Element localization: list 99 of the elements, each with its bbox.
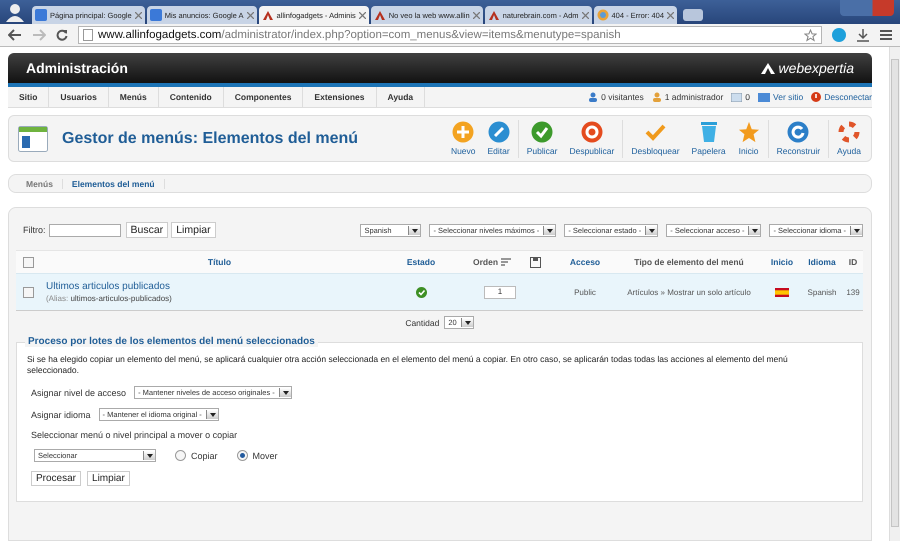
close-icon[interactable] — [134, 12, 142, 18]
status-text: 0 visitantes — [601, 92, 644, 102]
menu-item[interactable]: Ayuda — [376, 87, 426, 107]
menu-icon[interactable] — [880, 29, 892, 41]
lifebuoy-icon — [838, 121, 860, 143]
plus-icon — [452, 121, 474, 143]
select-all-checkbox[interactable] — [23, 256, 34, 268]
status-text: 1 administrador — [664, 92, 724, 102]
logo-icon — [760, 61, 776, 75]
table-cell-text: Public — [573, 288, 597, 296]
user-icon — [652, 92, 662, 102]
toolbar-button[interactable]: Reconstruir — [772, 121, 824, 156]
limit-label: Cantidad — [405, 318, 440, 328]
save-order-icon[interactable] — [530, 256, 541, 268]
batch-button[interactable]: Limpiar — [87, 471, 130, 486]
menu-item[interactable]: Usuarios — [49, 87, 109, 107]
radio-button[interactable] — [175, 450, 186, 461]
address-field[interactable]: www.allinfogadgets.com/administrator/index.php?option=com_menus&view=items&menutype=spanish — [78, 26, 822, 44]
menu-manager-icon — [18, 126, 48, 152]
user-icon — [588, 92, 598, 102]
download-icon[interactable] — [856, 28, 870, 42]
menu-item[interactable]: Sitio — [8, 87, 50, 107]
status-text: 0 — [745, 92, 750, 102]
toolbar-button[interactable]: Inicio — [734, 121, 764, 156]
back-icon[interactable] — [8, 29, 22, 41]
column-header[interactable]: Orden — [473, 257, 498, 267]
forward-icon[interactable] — [32, 29, 46, 41]
item-link[interactable]: Ultimos articulos publicados — [46, 281, 397, 292]
status-link[interactable]: Desconectar — [824, 92, 872, 102]
batch-description: Si se ha elegido copiar un elemento del menú, se aplicará cualquier otra acción seleccionada en el elemento del menú a copiar. En otro caso, se aplicarán todas todas las acciones al elemento del menú seleccionado. — [27, 354, 789, 376]
status-link[interactable]: Ver sitio — [773, 92, 804, 102]
refresh-icon — [787, 121, 810, 143]
batch-legend: Proceso por lotes de los elementos del menú seleccionados — [25, 336, 318, 347]
column-header[interactable]: Inicio — [770, 257, 794, 267]
column-header[interactable]: ID — [848, 257, 858, 267]
scrollbar[interactable] — [889, 47, 900, 541]
table-cell-text: 139 — [845, 288, 861, 296]
new-tab-button[interactable] — [683, 9, 704, 21]
submenu-tab[interactable]: Menús — [17, 178, 63, 188]
field-label: Asignar idioma — [31, 410, 91, 420]
table-cell-text: Artículos » Mostrar un solo artículo — [626, 288, 752, 296]
table-cell-text: Spanish — [806, 288, 838, 296]
radio-label[interactable]: Copiar — [191, 450, 218, 460]
toolbar-button[interactable]: Nuevo — [446, 121, 480, 156]
batch-button[interactable]: Procesar — [31, 471, 82, 486]
check-icon — [531, 121, 554, 143]
sort-icon[interactable] — [501, 258, 512, 266]
menu-item[interactable]: Extensiones — [303, 87, 376, 107]
row-checkbox[interactable] — [23, 286, 34, 298]
monitor-icon — [758, 92, 770, 102]
submenu-tab[interactable]: Elementos del menú — [62, 178, 165, 188]
reload-icon[interactable] — [56, 29, 68, 41]
profile-icon[interactable] — [4, 2, 26, 22]
toolbar-button[interactable]: Desbloquear — [627, 121, 684, 156]
logo-icon — [374, 9, 386, 21]
close-icon[interactable] — [358, 12, 366, 18]
filter-button[interactable]: Buscar — [126, 222, 168, 238]
trash-icon — [700, 121, 718, 143]
toolbar-button[interactable]: Publicar — [522, 121, 562, 156]
column-header[interactable]: Idioma — [808, 257, 836, 267]
pencil-icon — [488, 121, 510, 143]
radio-button[interactable] — [236, 450, 248, 461]
star-icon — [738, 121, 760, 143]
order-field[interactable]: 1 — [484, 286, 516, 298]
published-icon[interactable] — [416, 286, 426, 298]
logo-icon — [262, 9, 274, 21]
page-title: Gestor de menús: Elementos del menú — [62, 130, 358, 148]
close-icon[interactable] — [582, 12, 588, 18]
page-icon — [83, 29, 93, 41]
filter-label: Filtro: — [23, 225, 46, 235]
filter-field[interactable] — [48, 224, 120, 236]
toolbar-button[interactable]: Despublicar — [565, 121, 618, 156]
field-label: Asignar nivel de acceso — [31, 388, 126, 398]
menu-item[interactable]: Componentes — [224, 87, 304, 107]
menu-item[interactable]: Menús — [108, 87, 159, 107]
url-text: www.allinfogadgets.com/administrator/index.php?option=com_menus&view=items&menutype=spanish — [98, 29, 621, 41]
alias-text: (Alias: ultimos-articulos-publicados) — [46, 294, 173, 303]
field-label: Seleccionar menú o nivel principal a mover o copiar — [31, 430, 238, 440]
admin-title: Administración — [26, 60, 128, 76]
star-icon[interactable] — [804, 28, 817, 42]
toolbar-button[interactable]: Editar — [484, 121, 514, 156]
mail-icon — [731, 92, 742, 102]
filter-button[interactable]: Limpiar — [171, 222, 216, 238]
power-icon — [811, 92, 822, 102]
close-icon[interactable] — [472, 12, 480, 18]
logo-icon — [488, 9, 500, 21]
radio-label[interactable]: Mover — [252, 450, 278, 460]
toolbar-button[interactable]: Papelera — [688, 121, 730, 156]
close-icon[interactable] — [667, 12, 674, 18]
menu-item[interactable]: Contenido — [158, 87, 224, 107]
column-header[interactable]: Título — [208, 257, 232, 267]
column-header[interactable]: Acceso — [570, 257, 600, 267]
column-header: Tipo de elemento del menú — [634, 257, 744, 267]
toolbar-button[interactable]: Ayuda — [833, 121, 865, 156]
close-icon[interactable] — [246, 12, 254, 18]
stop-icon — [580, 121, 603, 143]
logo-text: webexpertia — [778, 60, 854, 76]
column-header[interactable]: Estado — [406, 257, 436, 267]
wheel-icon — [596, 9, 608, 21]
